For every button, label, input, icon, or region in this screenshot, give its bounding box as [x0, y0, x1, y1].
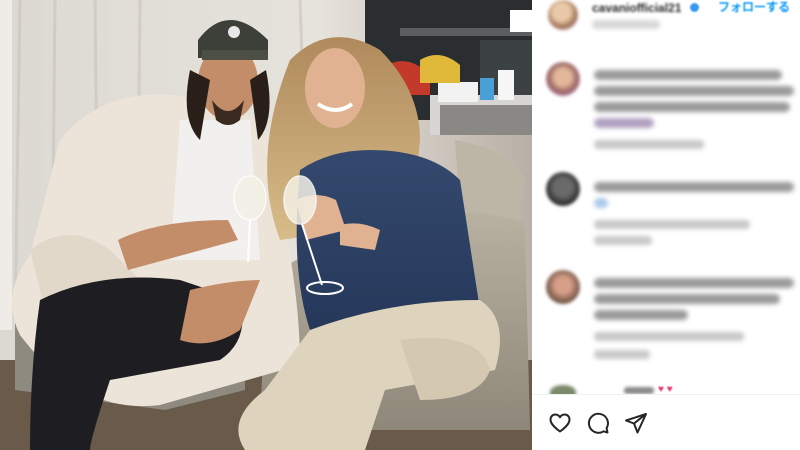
comment-item: [532, 270, 800, 370]
post-side-panel: cavaniofficial21 フォローする ♥ ♥: [532, 0, 800, 450]
verified-badge-icon: [690, 3, 699, 12]
post-header: cavaniofficial21 フォローする: [532, 0, 800, 40]
follow-button[interactable]: フォローする: [718, 0, 790, 15]
like-button[interactable]: [546, 409, 574, 437]
commenter-avatar[interactable]: [546, 62, 580, 96]
commenter-avatar[interactable]: [546, 172, 580, 206]
paper-plane-icon: [625, 413, 647, 434]
post-action-bar: [532, 394, 800, 450]
author-avatar[interactable]: [548, 0, 578, 30]
comment-button[interactable]: [584, 409, 612, 437]
share-button[interactable]: [622, 409, 650, 437]
author-username[interactable]: cavaniofficial21: [592, 1, 681, 15]
commenter-avatar[interactable]: [546, 270, 580, 304]
post-photo[interactable]: [0, 0, 532, 450]
comment-item: [532, 62, 800, 152]
post-image: [0, 0, 532, 450]
heart-icon: [549, 413, 571, 433]
comment-item: [532, 172, 800, 252]
speech-bubble-icon: [587, 412, 609, 434]
author-subtitle: [592, 20, 660, 29]
